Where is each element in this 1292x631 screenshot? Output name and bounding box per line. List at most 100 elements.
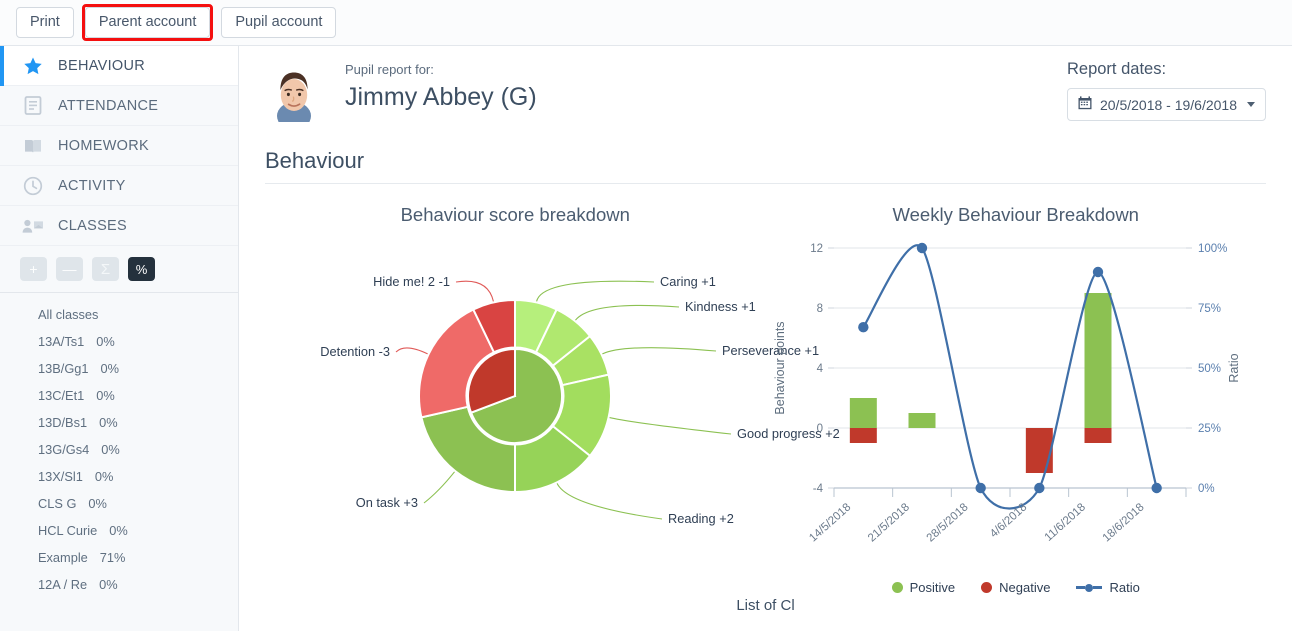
positive-bar[interactable] — [849, 398, 877, 428]
class-name: 13D/Bs1 — [38, 415, 88, 430]
chevron-down-icon — [1247, 102, 1255, 107]
sidebar-item-attendance[interactable]: ATTENDANCE — [0, 86, 238, 126]
chart-title: Weekly Behaviour Breakdown — [892, 204, 1139, 225]
x-axis-tick-label: 14/5/2018 — [807, 501, 853, 544]
class-name: 13G/Gs4 — [38, 442, 90, 457]
plus-button[interactable]: + — [20, 257, 47, 281]
date-range-picker[interactable]: 20/5/2018 - 19/6/2018 — [1066, 88, 1266, 121]
negative-bar[interactable] — [1025, 428, 1053, 473]
print-button-wrap: Print — [16, 6, 74, 39]
sidebar-item-behaviour[interactable]: BEHAVIOUR — [0, 46, 238, 86]
list-item[interactable]: 13A/Ts1 0% — [0, 334, 238, 361]
pie-leader-line — [556, 483, 663, 520]
y-axis-title: Behaviour points — [773, 321, 787, 414]
pupil-account-button[interactable]: Pupil account — [221, 6, 337, 39]
pie-leader-line — [602, 347, 717, 355]
pie-slice-label: Reading +2 — [668, 511, 734, 526]
pie-leader-line — [536, 280, 655, 302]
class-name: 13X/Sl1 — [38, 469, 83, 484]
pupil-header: Pupil report for: Jimmy Abbey (G) Report… — [265, 46, 1266, 122]
y2-axis-tick-label: 0% — [1198, 483, 1215, 495]
list-item[interactable]: 13G/Gs4 0% — [0, 442, 238, 469]
charts-container: Behaviour score breakdown Caring +1 Kindn… — [265, 192, 1266, 595]
ratio-line — [861, 244, 1158, 510]
class-percent: 0% — [99, 415, 118, 430]
pupil-account-button-wrap: Pupil account — [221, 6, 337, 39]
sum-button[interactable]: Σ — [92, 257, 119, 281]
list-item[interactable]: 13D/Bs1 0% — [0, 415, 238, 442]
pie-slice-label: Kindness +1 — [685, 299, 756, 314]
ratio-data-point[interactable] — [916, 242, 927, 254]
document-icon — [22, 95, 44, 117]
list-item[interactable]: 12A / Re 0% — [0, 577, 238, 604]
y2-axis-tick-label: 75% — [1198, 303, 1221, 315]
print-button[interactable]: Print — [16, 6, 74, 39]
page-root: Print Parent account Pupil account BEHAV… — [0, 0, 1292, 631]
parent-account-button[interactable]: Parent account — [84, 6, 211, 39]
list-item[interactable]: 13X/Sl1 0% — [0, 469, 238, 496]
ratio-data-point[interactable] — [857, 322, 869, 333]
list-item[interactable]: CLS G 0% — [0, 496, 238, 523]
section-title: Behaviour — [265, 148, 365, 173]
pie-leader-line — [455, 280, 494, 302]
classes-icon — [22, 215, 44, 237]
main-content: Pupil report for: Jimmy Abbey (G) Report… — [239, 46, 1292, 631]
ratio-data-point[interactable] — [1092, 266, 1103, 278]
y-axis-tick-label: -4 — [812, 483, 823, 495]
pie-slice-label: Detention -3 — [320, 344, 390, 359]
weekly-svg: -4 0 4 8 12 0% 25% 50% 75% 100% 14/5/2018 21/5/2018… — [773, 242, 1241, 544]
positive-bar[interactable] — [1084, 293, 1111, 428]
pie-leader-line — [423, 471, 455, 504]
list-item[interactable]: HCL Curie 0% — [0, 523, 238, 550]
sidebar-tool-row: + — Σ % — [0, 246, 238, 293]
weekly-behaviour-breakdown-chart: Weekly Behaviour Breakdown -4 0 4 8 12 0% 25% 5… — [766, 192, 1267, 595]
legend-item-positive[interactable]: Positive — [891, 580, 955, 595]
negative-bar[interactable] — [849, 428, 877, 443]
page-title: Jimmy Abbey (G) — [345, 83, 537, 111]
parent-account-button-wrap: Parent account — [81, 3, 214, 42]
report-dates: Report dates: 20/5/2018 - 19/6/2018 — [1066, 60, 1266, 121]
x-axis-tick-label: 21/5/2018 — [865, 501, 911, 544]
negative-bar[interactable] — [1084, 428, 1111, 443]
class-percent: 0% — [109, 523, 128, 538]
positive-bar[interactable] — [908, 413, 935, 428]
page-body: BEHAVIOUR ATTENDANCE HOMEWORK ACTIVITY C… — [0, 46, 1292, 631]
x-axis-tick-label: 4/6/2018 — [988, 501, 1029, 540]
pupil-report-label: Pupil report for: — [345, 62, 434, 77]
book-icon — [22, 135, 44, 157]
minus-button[interactable]: — — [56, 257, 83, 281]
sidebar-item-label: ATTENDANCE — [58, 97, 159, 114]
legend-item-ratio[interactable]: Ratio — [1076, 580, 1140, 595]
list-item[interactable]: 13B/Gg1 0% — [0, 361, 238, 388]
ratio-data-point[interactable] — [974, 482, 986, 494]
legend-label: Negative — [999, 580, 1051, 595]
list-item[interactable]: 13C/Et1 0% — [0, 388, 238, 415]
class-list-header[interactable]: All classes — [0, 307, 238, 334]
legend-item-negative[interactable]: Negative — [981, 580, 1050, 595]
ratio-data-point[interactable] — [1033, 482, 1045, 494]
class-name: 13B/Gg1 — [38, 361, 89, 376]
class-name: 13C/Et1 — [38, 388, 85, 403]
pie-slice-label: Hide me! 2 -1 — [373, 274, 450, 289]
class-name: 12A / Re — [38, 577, 88, 592]
sidebar-item-classes[interactable]: CLASSES — [0, 206, 238, 246]
chart-legend: Positive Negative Ratio — [766, 580, 1267, 595]
class-name: 13A/Ts1 — [38, 334, 85, 349]
pie-leader-line — [575, 304, 680, 321]
list-item[interactable]: Example 71% — [0, 550, 238, 577]
sidebar-item-label: ACTIVITY — [58, 177, 126, 194]
percent-button[interactable]: % — [128, 257, 155, 281]
sidebar-item-activity[interactable]: ACTIVITY — [0, 166, 238, 206]
class-percent: 0% — [100, 361, 120, 376]
star-icon — [22, 55, 44, 77]
y2-axis-tick-label: 25% — [1198, 423, 1221, 435]
x-axis-tick-label: 11/6/2018 — [1042, 501, 1087, 544]
sidebar-item-label: CLASSES — [58, 217, 127, 234]
behaviour-score-breakdown-chart: Behaviour score breakdown Caring +1 Kindn… — [265, 192, 840, 595]
date-range-value: 20/5/2018 - 19/6/2018 — [1099, 96, 1237, 113]
y-axis-tick-label: 0 — [816, 423, 822, 435]
sidebar-item-homework[interactable]: HOMEWORK — [0, 126, 238, 166]
class-percent: 0% — [96, 388, 115, 403]
pie-plot-area: Caring +1 Kindness +1 Perseverance +1 Good … — [265, 226, 840, 576]
ratio-data-point[interactable] — [1150, 482, 1162, 494]
